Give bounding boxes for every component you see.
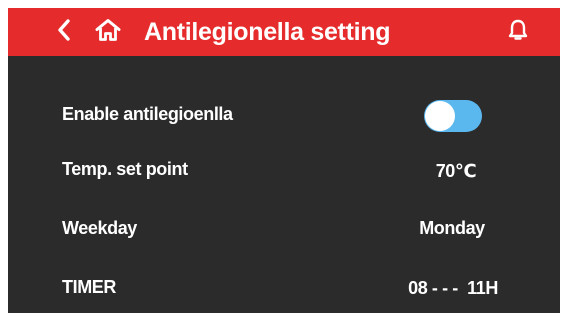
bell-icon <box>507 18 529 47</box>
toggle-knob <box>425 101 455 131</box>
timer-value[interactable]: 08 - - - 11H <box>383 278 523 299</box>
home-icon <box>95 18 121 47</box>
notifications-button[interactable] <box>504 8 532 56</box>
header-bar: Antilegionella setting <box>8 8 560 56</box>
page-title: Antilegionella setting <box>144 18 391 46</box>
weekday-value[interactable]: Monday <box>382 218 522 239</box>
enable-antilegionella-label: Enable antilegioenlla <box>62 104 233 124</box>
temp-set-point-label: Temp. set point <box>62 159 188 179</box>
temp-set-point-value[interactable]: 70℃ <box>386 161 526 182</box>
chevron-left-icon <box>56 18 72 47</box>
back-button[interactable] <box>52 8 76 56</box>
enable-antilegionella-toggle[interactable] <box>424 100 482 132</box>
timer-label: TIMER <box>62 277 116 297</box>
settings-screen: Antilegionella setting Enable antilegioe… <box>8 8 560 313</box>
home-button[interactable] <box>94 8 122 56</box>
weekday-label: Weekday <box>62 218 137 238</box>
